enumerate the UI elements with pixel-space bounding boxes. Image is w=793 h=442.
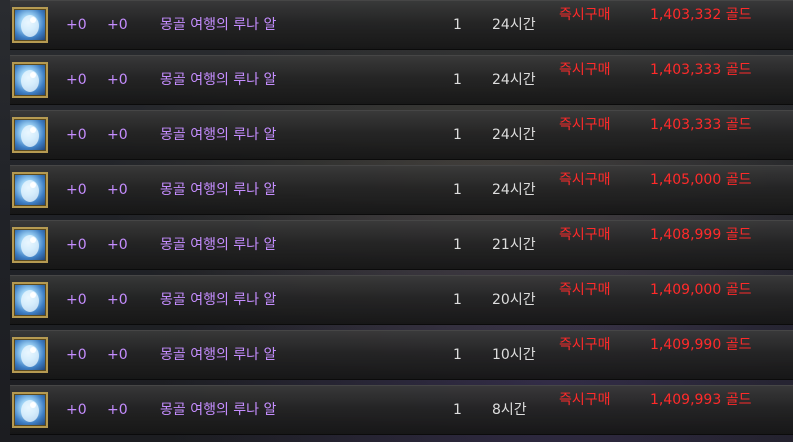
item-quantity: 1 xyxy=(453,72,462,88)
listing-row[interactable]: +0 +0 몽골 여행의 루나 알 1 10시간 즉시구매 1,409,990 … xyxy=(10,330,793,380)
refine-level: +0 xyxy=(107,182,128,198)
item-quantity: 1 xyxy=(453,347,462,363)
item-name: 몽골 여행의 루나 알 xyxy=(160,402,277,418)
luna-egg-icon xyxy=(12,282,48,318)
instant-buy-label: 즉시구매 xyxy=(559,117,611,133)
instant-buy-label: 즉시구매 xyxy=(559,337,611,353)
listing-row[interactable]: +0 +0 몽골 여행의 루나 알 1 24시간 즉시구매 1,403,333 … xyxy=(10,110,793,160)
luna-egg-icon xyxy=(12,392,48,428)
buyout-price: 1,409,990 골드 xyxy=(650,337,752,353)
item-quantity: 1 xyxy=(453,402,462,418)
buyout-price: 1,403,332 골드 xyxy=(650,7,752,23)
item-name: 몽골 여행의 루나 알 xyxy=(160,127,277,143)
item-quantity: 1 xyxy=(453,292,462,308)
time-remaining: 24시간 xyxy=(492,72,536,88)
item-quantity: 1 xyxy=(453,127,462,143)
time-remaining: 24시간 xyxy=(492,182,536,198)
refine-level: +0 xyxy=(107,402,128,418)
enhance-level: +0 xyxy=(66,347,87,363)
enhance-level: +0 xyxy=(66,292,87,308)
buyout-price: 1,405,000 골드 xyxy=(650,172,752,188)
enhance-level: +0 xyxy=(66,127,87,143)
listing-row[interactable]: +0 +0 몽골 여행의 루나 알 1 24시간 즉시구매 1,403,332 … xyxy=(10,0,793,50)
refine-level: +0 xyxy=(107,17,128,33)
listing-row[interactable]: +0 +0 몽골 여행의 루나 알 1 8시간 즉시구매 1,409,993 골… xyxy=(10,385,793,435)
listing-row[interactable]: +0 +0 몽골 여행의 루나 알 1 21시간 즉시구매 1,408,999 … xyxy=(10,220,793,270)
enhance-level: +0 xyxy=(66,182,87,198)
enhance-level: +0 xyxy=(66,72,87,88)
listing-row[interactable]: +0 +0 몽골 여행의 루나 알 1 20시간 즉시구매 1,409,000 … xyxy=(10,275,793,325)
instant-buy-label: 즉시구매 xyxy=(559,392,611,408)
refine-level: +0 xyxy=(107,127,128,143)
listing-row[interactable]: +0 +0 몽골 여행의 루나 알 1 24시간 즉시구매 1,405,000 … xyxy=(10,165,793,215)
item-name: 몽골 여행의 루나 알 xyxy=(160,347,277,363)
instant-buy-label: 즉시구매 xyxy=(559,62,611,78)
time-remaining: 20시간 xyxy=(492,292,536,308)
instant-buy-label: 즉시구매 xyxy=(559,7,611,23)
item-quantity: 1 xyxy=(453,17,462,33)
item-name: 몽골 여행의 루나 알 xyxy=(160,17,277,33)
time-remaining: 21시간 xyxy=(492,237,536,253)
buyout-price: 1,409,993 골드 xyxy=(650,392,752,408)
luna-egg-icon xyxy=(12,172,48,208)
refine-level: +0 xyxy=(107,347,128,363)
buyout-price: 1,403,333 골드 xyxy=(650,62,752,78)
refine-level: +0 xyxy=(107,237,128,253)
buyout-price: 1,408,999 골드 xyxy=(650,227,752,243)
time-remaining: 24시간 xyxy=(492,17,536,33)
item-quantity: 1 xyxy=(453,182,462,198)
listing-row[interactable]: +0 +0 몽골 여행의 루나 알 1 24시간 즉시구매 1,403,333 … xyxy=(10,55,793,105)
buyout-price: 1,403,333 골드 xyxy=(650,117,752,133)
enhance-level: +0 xyxy=(66,237,87,253)
item-quantity: 1 xyxy=(453,237,462,253)
luna-egg-icon xyxy=(12,227,48,263)
refine-level: +0 xyxy=(107,292,128,308)
luna-egg-icon xyxy=(12,62,48,98)
buyout-price: 1,409,000 골드 xyxy=(650,282,752,298)
time-remaining: 8시간 xyxy=(492,402,527,418)
item-name: 몽골 여행의 루나 알 xyxy=(160,182,277,198)
enhance-level: +0 xyxy=(66,402,87,418)
item-name: 몽골 여행의 루나 알 xyxy=(160,292,277,308)
enhance-level: +0 xyxy=(66,17,87,33)
instant-buy-label: 즉시구매 xyxy=(559,172,611,188)
time-remaining: 10시간 xyxy=(492,347,536,363)
refine-level: +0 xyxy=(107,72,128,88)
luna-egg-icon xyxy=(12,337,48,373)
luna-egg-icon xyxy=(12,7,48,43)
luna-egg-icon xyxy=(12,117,48,153)
item-name: 몽골 여행의 루나 알 xyxy=(160,72,277,88)
instant-buy-label: 즉시구매 xyxy=(559,227,611,243)
instant-buy-label: 즉시구매 xyxy=(559,282,611,298)
time-remaining: 24시간 xyxy=(492,127,536,143)
item-name: 몽골 여행의 루나 알 xyxy=(160,237,277,253)
